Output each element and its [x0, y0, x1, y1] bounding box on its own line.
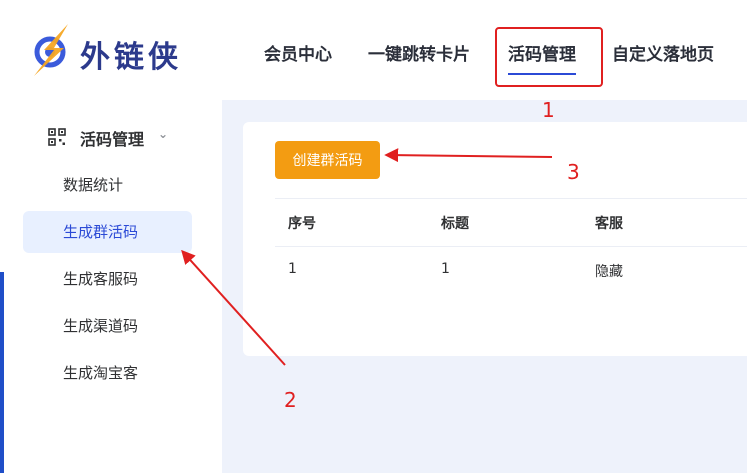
- compass-bolt-icon: [34, 24, 68, 76]
- qrcode-icon: [48, 128, 66, 146]
- nav-member-center[interactable]: 会员中心: [264, 40, 332, 65]
- annotation-label-2: 2: [284, 388, 297, 412]
- table-header-index: 序号: [288, 216, 316, 232]
- sidebar-item-channel-code[interactable]: 生成渠道码: [23, 305, 192, 347]
- sidebar-item-stats[interactable]: 数据统计: [23, 164, 192, 206]
- sidebar-item-group-code[interactable]: 生成群活码: [23, 211, 192, 253]
- table-header-border: [275, 246, 747, 247]
- sidebar-item-service-code[interactable]: 生成客服码: [23, 258, 192, 300]
- annotation-label-3: 3: [567, 160, 580, 184]
- nav-live-code[interactable]: 活码管理: [508, 40, 576, 75]
- table-top-border: [275, 198, 747, 199]
- brand-name: 外链侠: [80, 40, 182, 75]
- chevron-down-icon: ⌄: [158, 127, 169, 141]
- table-cell-index: 1: [288, 261, 297, 277]
- table-header-title: 标题: [441, 216, 469, 232]
- top-header: 外链侠 会员中心 一键跳转卡片 活码管理 自定义落地页: [0, 0, 747, 100]
- nav-landing-page[interactable]: 自定义落地页: [612, 40, 714, 65]
- table-cell-service: 隐藏: [595, 264, 623, 280]
- sidebar-section-label: 活码管理: [80, 130, 145, 149]
- sidebar-edge-bar: [0, 272, 4, 473]
- create-group-code-button[interactable]: 创建群活码: [275, 141, 380, 179]
- table-cell-title: 1: [441, 261, 450, 277]
- nav-jump-card[interactable]: 一键跳转卡片: [368, 40, 470, 65]
- table-header-service: 客服: [595, 216, 623, 232]
- sidebar-item-taobaoke[interactable]: 生成淘宝客: [23, 352, 192, 394]
- brand-logo[interactable]: 外链侠: [30, 20, 220, 82]
- annotation-label-1: 1: [542, 98, 555, 122]
